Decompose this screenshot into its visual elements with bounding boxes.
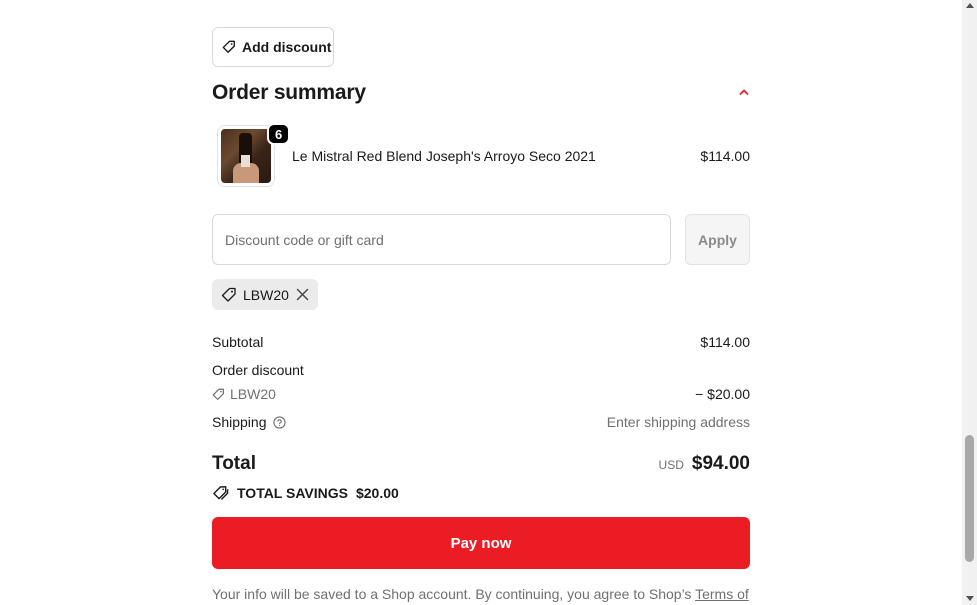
close-icon[interactable] xyxy=(296,288,309,301)
tag-icon xyxy=(221,287,236,302)
scroll-down-arrow-icon[interactable] xyxy=(966,596,974,601)
product-thumbnail: 6 xyxy=(217,123,291,187)
product-image xyxy=(221,129,271,183)
product-name: Le Mistral Red Blend Joseph's Arroyo Sec… xyxy=(292,148,596,164)
scrollbar[interactable] xyxy=(962,0,977,605)
total-savings: TOTAL SAVINGS $20.00 xyxy=(212,485,399,501)
shipping-label: Shipping xyxy=(212,414,267,430)
shipping-value: Enter shipping address xyxy=(606,414,750,430)
terms-link[interactable]: Terms of xyxy=(695,586,749,602)
total-label: Total xyxy=(212,453,256,474)
discount-code-input[interactable] xyxy=(212,214,671,265)
order-discount-code: LBW20 xyxy=(230,386,276,402)
savings-value: $20.00 xyxy=(355,485,399,501)
line-item: 6 Le Mistral Red Blend Joseph's Arroyo S… xyxy=(212,122,750,188)
legal-text: Your info will be saved to a Shop accoun… xyxy=(212,586,696,602)
add-discount-label: Add discount xyxy=(242,39,332,55)
shipping-row: Shipping Enter shipping address xyxy=(212,414,750,430)
chevron-up-icon[interactable] xyxy=(738,86,750,98)
order-discount-row: Order discount xyxy=(212,362,750,378)
total-row: Total USD $94.00 xyxy=(212,453,750,477)
total-amount: $94.00 xyxy=(691,453,750,474)
legal-notice: Your info will be saved to a Shop accoun… xyxy=(212,586,772,602)
applied-discount-chip: LBW20 xyxy=(212,279,318,310)
scrollbar-thumb[interactable] xyxy=(965,435,974,562)
order-summary-title: Order summary xyxy=(212,81,366,104)
applied-code-label: LBW20 xyxy=(243,286,289,303)
help-circle-icon[interactable] xyxy=(272,415,286,429)
add-discount-button[interactable]: Add discount xyxy=(212,27,334,67)
order-discount-value: − $20.00 xyxy=(695,386,750,402)
scroll-up-arrow-icon[interactable] xyxy=(966,3,974,8)
subtotal-row: Subtotal $114.00 xyxy=(212,334,750,350)
savings-label: TOTAL SAVINGS xyxy=(237,485,348,501)
tag-icon xyxy=(212,388,224,400)
tags-icon xyxy=(213,486,229,500)
subtotal-label: Subtotal xyxy=(212,334,264,350)
quantity-badge: 6 xyxy=(267,123,291,145)
product-price: $114.00 xyxy=(700,148,750,164)
apply-button[interactable]: Apply xyxy=(685,214,750,265)
tag-icon xyxy=(222,40,235,53)
pay-now-button[interactable]: Pay now xyxy=(212,517,750,569)
total-currency: USD xyxy=(658,458,684,472)
order-discount-code-row: LBW20 − $20.00 xyxy=(212,386,750,402)
order-discount-label: Order discount xyxy=(212,362,304,378)
subtotal-value: $114.00 xyxy=(700,334,750,350)
